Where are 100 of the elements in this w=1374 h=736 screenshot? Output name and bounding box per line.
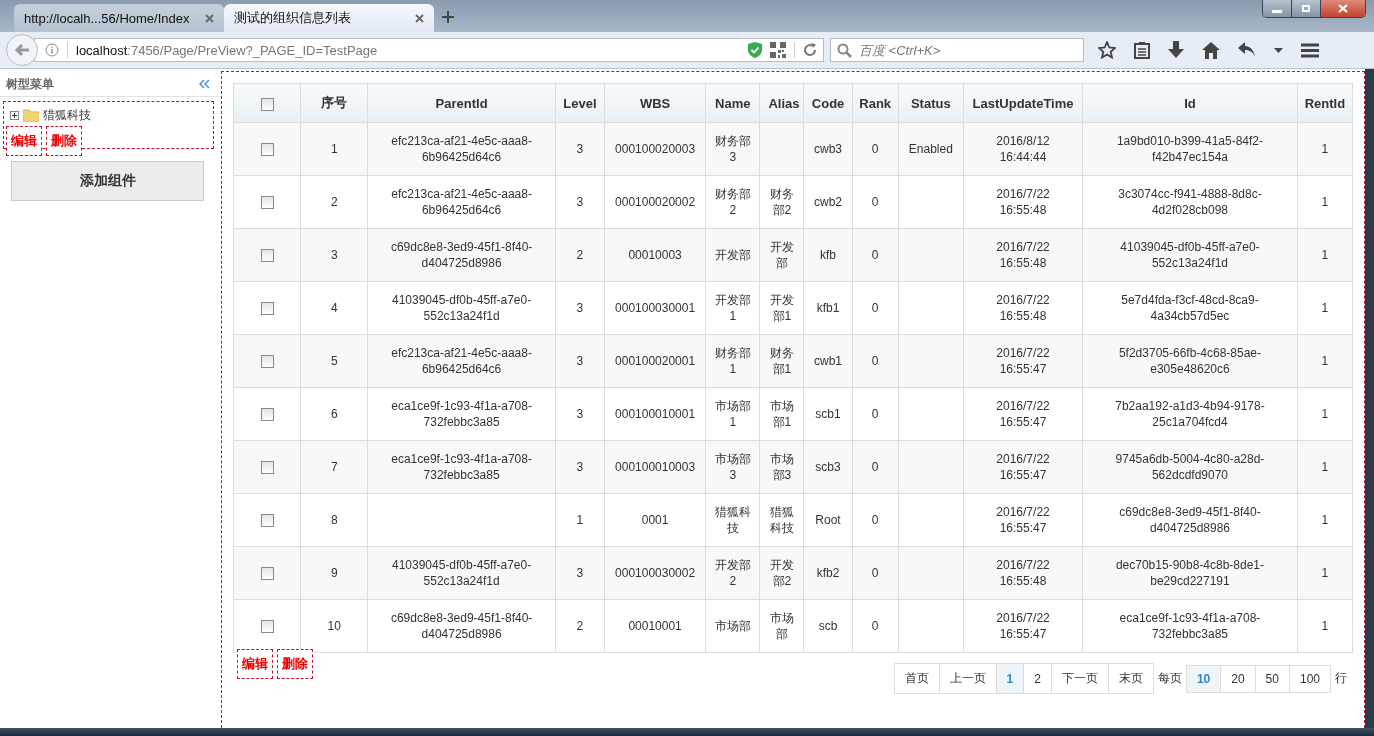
table-cell: kfb2 [816,566,840,580]
edit-button[interactable]: 编辑 [6,126,42,156]
column-header[interactable]: Level [555,83,605,123]
table-cell: 1 [1321,407,1329,421]
folder-icon [23,109,39,122]
table-cell: 0001 [641,513,669,527]
row-checkbox[interactable] [260,567,274,581]
table-cell: 0 [871,407,879,421]
tab-close-icon[interactable] [415,13,424,23]
row-checkbox[interactable] [260,196,274,210]
row-checkbox[interactable] [260,143,274,157]
table-cell: 3 [576,301,584,315]
search-icon [837,43,852,58]
expand-icon[interactable] [10,111,19,120]
table-cell: 财务部1 [714,346,751,376]
table-cell: 3c3074cc-f941-4888-8d8c-4d2f028cb098 [1118,187,1262,217]
table-cell: 2016/7/22 16:55:48 [996,240,1050,270]
info-icon[interactable] [45,43,59,57]
star-icon[interactable] [1098,41,1116,59]
delete-button[interactable]: 删除 [277,649,313,679]
back-arrow-icon [14,43,30,57]
table-cell: 9 [330,566,338,580]
edit-button[interactable]: 编辑 [237,649,273,679]
collapse-icon[interactable] [199,79,210,89]
qr-code-icon[interactable] [770,42,786,58]
table-cell: eca1ce9f-1c93-4f1a-a708-732febbc3a85 [391,399,532,429]
column-header[interactable]: Id [1082,83,1298,123]
table-cell: 0 [871,619,879,633]
browser-tab[interactable]: 测试的组织信息列表 [224,4,434,32]
row-checkbox[interactable] [260,514,274,528]
table-cell: 2016/7/22 16:55:48 [996,187,1050,217]
row-checkbox[interactable] [260,249,274,263]
column-header[interactable]: Alias [759,83,804,123]
table-cell: 0 [871,566,879,580]
table-cell: 市场部3 [714,452,751,482]
table-cell: 1 [1321,195,1329,209]
delete-button[interactable]: 删除 [46,126,82,156]
table-cell: 市场部1 [769,399,794,429]
table-cell: eca1ce9f-1c93-4f1a-a708-732febbc3a85 [391,452,532,482]
column-header[interactable]: RentId [1297,83,1353,123]
window-close-button[interactable] [1321,0,1365,17]
table-cell: 2016/7/22 16:55:47 [996,452,1050,482]
address-bar[interactable]: localhost:7456/Page/PreView?_PAGE_ID=TestPage [34,38,824,62]
restore-button[interactable] [1292,0,1321,17]
table-cell: kfb [820,248,837,262]
undo-arrow-icon[interactable] [1238,42,1256,58]
row-checkbox[interactable] [260,302,274,316]
menu-icon[interactable] [1301,42,1319,58]
reload-icon[interactable] [803,43,817,57]
shield-icon[interactable] [748,42,762,58]
table-cell: 41039045-df0b-45ff-a7e0-552c13a24f1d [391,293,532,323]
table-cell: 1 [330,142,338,156]
table-cell: 3 [576,195,584,209]
column-header[interactable]: Code [804,83,853,123]
table-cell: cwb2 [814,195,843,209]
table-cell: scb [818,619,838,633]
clipboard-list-icon[interactable] [1134,41,1150,59]
table-cell: c69dc8e8-3ed9-45f1-8f40-d404725d8986 [1119,505,1261,535]
table-cell: 0 [871,301,879,315]
minimize-button[interactable] [1263,0,1292,17]
table-cell: 2 [330,195,338,209]
page-size-label: 每页 [1157,670,1182,687]
table-cell: 2016/7/22 16:55:47 [996,611,1050,641]
column-header[interactable]: Status [898,83,964,123]
caret-icon[interactable] [1274,47,1283,53]
column-header[interactable]: Rank [852,83,899,123]
tree-node[interactable]: 猎狐科技 [43,107,91,124]
plus-icon[interactable] [442,11,454,23]
table-cell: 2016/8/12 16:44:44 [996,134,1050,164]
row-checkbox[interactable] [260,408,274,422]
download-icon[interactable] [1168,41,1184,59]
page-button[interactable]: 1 [995,664,1024,693]
browser-tab[interactable]: http://localh...56/Home/Index [14,4,224,32]
column-header[interactable]: LastUpdateTime [963,83,1083,123]
add-component-button[interactable]: 添加组件 [11,161,204,201]
column-header[interactable]: ParentId [367,83,556,123]
home-icon[interactable] [1202,41,1220,59]
table-cell: scb1 [815,407,841,421]
close-icon [1338,4,1348,13]
table-cell: 2016/7/22 16:55:48 [996,558,1050,588]
rows-label: 行 [1335,670,1347,687]
search-field[interactable]: 百度 <Ctrl+K> [830,38,1084,62]
table-cell: 开发部 [714,248,751,262]
table-cell: 00010003 [628,248,682,262]
row-checkbox[interactable] [260,355,274,369]
row-checkbox[interactable] [260,461,274,475]
table-cell: Enabled [908,142,953,156]
table-cell: 财务部2 [714,187,751,217]
tab-close-icon[interactable] [205,13,214,23]
table-cell: 000100010003 [615,460,696,474]
column-header[interactable]: Name [705,83,760,123]
select-all-checkbox[interactable] [260,97,274,111]
table-cell: 000100030001 [615,301,696,315]
table-cell: 8 [330,513,338,527]
table-cell: cwb3 [814,142,843,156]
column-header[interactable]: 序号 [300,83,368,123]
table-cell: 3 [576,407,584,421]
back-button[interactable] [6,34,38,66]
row-checkbox[interactable] [260,620,274,634]
column-header[interactable]: WBS [604,83,706,123]
